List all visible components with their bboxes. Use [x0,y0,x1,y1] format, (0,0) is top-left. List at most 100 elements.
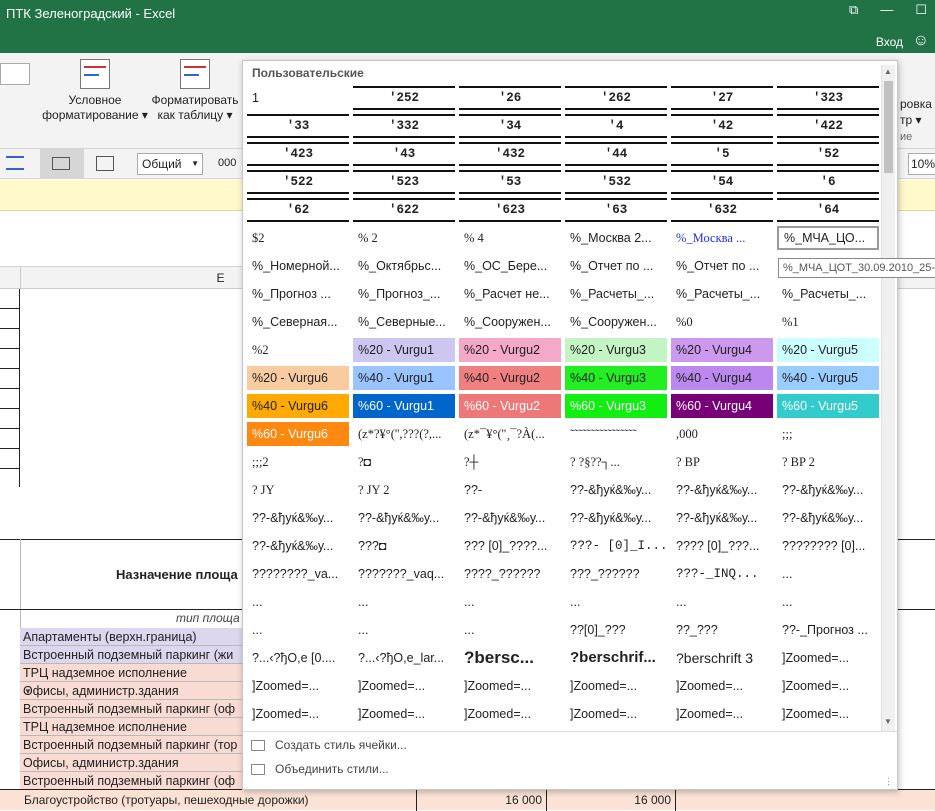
format-as-table-button[interactable]: Форматировать как таблицу ▾ [150,59,240,123]
cell-style-item[interactable]: ??-&ђуќ&‰у... [565,506,667,530]
cell-style-item[interactable]: %_ОС_Бере... [459,254,561,278]
cell-style-item[interactable]: ... [777,562,879,586]
cell-style-item[interactable]: ??-&ђуќ&‰у... [671,506,773,530]
ribbon-right-text2[interactable]: тр ▾ [900,113,922,127]
cell-style-item[interactable]: $2 [247,226,349,250]
cell-style-item[interactable]: ... [247,618,349,642]
cell-style-item[interactable]: '42 [671,114,773,138]
cell-style-item[interactable]: ]Zoomed=... [671,674,773,698]
minimize-icon[interactable]: — [880,2,893,18]
cell-style-item[interactable]: %40 - Vurgu3 [565,366,667,390]
merge-center-icon[interactable] [96,156,114,171]
cell-style-item[interactable]: (z*?¥°('',???(?,... [353,422,455,446]
filter-arrow-icon[interactable]: ▼ [24,687,32,696]
cell-style-item[interactable]: %60 - Vurgu1 [353,394,455,418]
maximize-icon[interactable]: ☐ [915,2,927,18]
cell-style-item[interactable]: % 2 [353,226,455,250]
cell-style-item[interactable]: ]Zoomed=... [777,702,879,726]
cell-style-item[interactable]: %_Северная... [247,310,349,334]
cell-style-item[interactable]: '54 [671,170,773,194]
cell-style-item[interactable]: ???- [0]_I... [565,534,667,558]
cell-style-item[interactable]: %_Расчеты_... [671,282,773,306]
indent-icon[interactable] [6,156,24,170]
cell-style-item[interactable]: %40 - Vurgu1 [353,366,455,390]
cell-style-item[interactable]: ,000 [671,422,773,446]
cell-style-item[interactable]: ??-&ђуќ&‰у... [565,478,667,502]
conditional-formatting-button[interactable]: Условное форматирование ▾ [42,59,148,123]
cell-style-item[interactable]: %_Прогноз_... [353,282,455,306]
cell-style-item[interactable]: '632 [671,198,773,222]
cell-style-item[interactable]: %20 - Vurgu4 [671,338,773,362]
cell-style-item[interactable]: %_Москва ... [671,226,773,250]
cell-style-item[interactable]: '6 [777,170,879,194]
cell-style-item[interactable]: ?◘ [353,450,455,474]
cell-style-item[interactable]: %2 [247,338,349,362]
cell-style-item[interactable]: %_Номерной... [247,254,349,278]
scroll-up-icon[interactable]: ▲ [884,67,892,76]
cell-style-item[interactable]: %20 - Vurgu2 [459,338,561,362]
cell-style-item[interactable]: %20 - Vurgu6 [247,366,349,390]
cell-style-item[interactable]: '5 [671,142,773,166]
cell-style-item[interactable]: %_Сооружен... [565,310,667,334]
cell-style-item[interactable]: %_Расчет не... [459,282,561,306]
cell-style-item[interactable]: %60 - Vurgu2 [459,394,561,418]
cell-style-item[interactable]: ]Zoomed=... [777,646,879,670]
scroll-thumb[interactable] [884,81,893,173]
cell-style-item[interactable]: ??? [0]_????... [459,534,561,558]
cell-style-item[interactable]: '43 [353,142,455,166]
cell-style-item[interactable]: '423 [247,142,349,166]
cell-style-item[interactable]: %20 - Vurgu1 [353,338,455,362]
cell-style-item[interactable]: %60 - Vurgu4 [671,394,773,418]
cell-style-item[interactable]: ???? [0]_???... [671,534,773,558]
cell-style-item[interactable]: ? ?§??┐... [565,450,667,474]
cell-style-item[interactable]: '523 [353,170,455,194]
cell-style-item[interactable]: ?...‹?ђO,e [0.... [247,646,349,670]
cell-style-item[interactable]: '33 [247,114,349,138]
cell-style-item[interactable]: ??-&ђуќ&‰у... [459,506,561,530]
cell-style-item[interactable]: '323 [777,86,879,110]
cell-style-item[interactable]: '63 [565,198,667,222]
cell-style-item[interactable]: '34 [459,114,561,138]
cell-style-item[interactable]: ]Zoomed=... [671,702,773,726]
cell-style-item[interactable]: ]Zoomed=... [353,674,455,698]
cell-style-item[interactable]: ??-_Прогноз ... [777,618,879,642]
cell-style-item[interactable]: %20 - Vurgu5 [777,338,879,362]
cell-style-item[interactable]: ???-_INQ... [671,562,773,586]
cell-style-item[interactable]: ? JY [247,478,349,502]
cell-style-item[interactable]: %_Сооружен... [459,310,561,334]
cell-style-item[interactable]: '26 [459,86,561,110]
cell-style-item[interactable]: '53 [459,170,561,194]
cell-style-item[interactable]: ????????_va... [247,562,349,586]
cell-style-item[interactable]: % 4 [459,226,561,250]
cell-style-item[interactable]: %40 - Vurgu2 [459,366,561,390]
cell-style-item[interactable]: ?bersc... [459,646,561,670]
share-user-icon[interactable]: ☺ [913,32,929,50]
cell-style-item[interactable]: ... [247,590,349,614]
cell-style-item[interactable]: %_Расчеты_... [777,282,879,306]
cell-style-item[interactable]: ]Zoomed=... [247,702,349,726]
cell-style-item[interactable]: ??_??? [671,618,773,642]
cell-style-item[interactable]: '252 [353,86,455,110]
cell-style-item[interactable]: ???????? [0]... [777,534,879,558]
cell-style-item[interactable]: %0 [671,310,773,334]
cell-style-item[interactable]: ˜˜˜˜˜˜˜˜˜˜˜˜˜˜˜˜ [565,422,667,446]
cell-style-item[interactable]: ... [353,618,455,642]
cell-style-item[interactable]: %60 - Vurgu6 [247,422,349,446]
cell-style-item[interactable]: %_МЧА_ЦО... [777,226,879,250]
cell-style-item[interactable]: ]Zoomed=... [247,674,349,698]
cell-style-item[interactable]: ??-&ђуќ&‰у... [247,506,349,530]
cell-style-item[interactable]: '332 [353,114,455,138]
cell-style-item[interactable]: ... [671,590,773,614]
cell-style-item[interactable]: ? JY 2 [353,478,455,502]
cell-style-item[interactable]: ... [353,590,455,614]
cell-style-item[interactable]: %20 - Vurgu3 [565,338,667,362]
cell-style-item[interactable]: ]Zoomed=... [565,674,667,698]
cell-style-item[interactable]: ?berschrift 3 [671,646,773,670]
cell-style-item[interactable]: %_Отчет по ... [565,254,667,278]
cell-style-item[interactable]: ?...‹?ђO,e_lar... [353,646,455,670]
cell-style-item[interactable]: ;;; [777,422,879,446]
cell-style-item[interactable]: '52 [777,142,879,166]
wrap-text-button[interactable] [40,149,84,179]
cell-style-item[interactable]: '4 [565,114,667,138]
cell-style-item[interactable]: '532 [565,170,667,194]
